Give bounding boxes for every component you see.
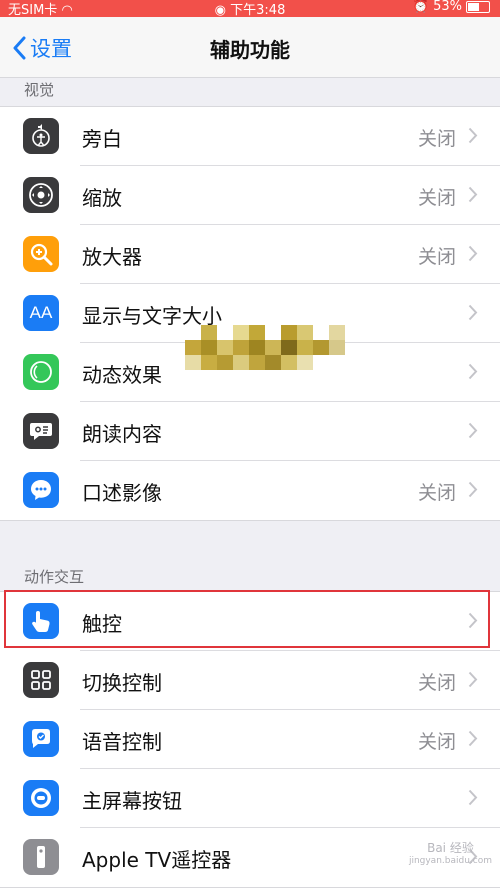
item-label: 切换控制 [82,671,162,695]
item-value: 关闭 [417,482,456,504]
list-item-audio-description[interactable]: 口述影像 关闭 [0,461,500,520]
chevron-right-icon [468,671,478,688]
chevron-right-icon [468,363,478,380]
motion-icon [23,354,59,390]
item-label: Apple TV遥控器 [82,848,232,872]
list-item-magnifier[interactable]: 放大器 关闭 [0,225,500,284]
watermark: Bai 经验 jingyan.baidu.com [409,842,492,868]
section-header-interaction: 动作交互 [24,568,85,586]
section-header-vision: 视觉 [24,81,55,99]
highlight-box [4,590,490,648]
status-bar: 无SIM卡 ◠ ◉ 下午3:48 ⏰ 53% [0,0,500,18]
list-item-spoken-content[interactable]: 朗读内容 [0,402,500,461]
list-item-voiceover[interactable]: 旁白 关闭 [0,107,500,166]
watermark-logo: Bai 经验 [427,841,474,855]
vision-group: 旁白 关闭 缩放 关闭 放大器 关闭 AA 显示与文字大小 动态效果 朗读内容 … [0,106,500,521]
switch-control-icon [23,662,59,698]
chevron-right-icon [468,186,478,203]
chevron-right-icon [468,789,478,806]
list-item-switch-control[interactable]: 切换控制 关闭 [0,651,500,710]
chevron-right-icon [468,304,478,321]
item-value: 关闭 [417,187,456,209]
zoom-icon [23,177,59,213]
watermark-url: jingyan.baidu.com [408,856,492,866]
alarm-icon: ⏰ [412,0,430,14]
battery-percent: 53% [433,0,462,14]
item-label: 朗读内容 [82,422,162,446]
chevron-right-icon [468,481,478,498]
battery-icon [466,0,490,13]
item-label: 旁白 [82,127,122,151]
item-label: 主屏幕按钮 [82,789,182,813]
item-value: 关闭 [417,128,456,150]
item-value: 关闭 [417,246,456,268]
text-size-icon: AA [23,295,59,331]
item-label: 放大器 [82,245,142,269]
magnifier-icon [23,236,59,272]
chevron-right-icon [468,730,478,747]
voice-control-icon [23,721,59,757]
battery-status: ⏰ 53% [413,0,490,14]
list-item-home-button[interactable]: 主屏幕按钮 [0,769,500,828]
chevron-right-icon [468,127,478,144]
item-label: 口述影像 [82,481,162,505]
chevron-right-icon [468,422,478,439]
speech-icon [23,413,59,449]
home-button-icon [23,780,59,816]
chevron-right-icon [468,245,478,262]
location-icon: ◉ [214,3,226,18]
voiceover-icon [23,118,59,154]
redaction-mosaic [185,325,345,370]
item-value: 关闭 [417,672,456,694]
item-label: 缩放 [82,186,122,210]
list-item-voice-control[interactable]: 语音控制 关闭 [0,710,500,769]
item-label: 语音控制 [82,730,162,754]
page-title: 辅助功能 [210,38,290,62]
item-value: 关闭 [417,731,456,753]
list-item-zoom[interactable]: 缩放 关闭 [0,166,500,225]
item-label: 动态效果 [82,363,162,387]
audio-description-icon [23,472,59,508]
navigation-bar: 设置 辅助功能 [0,17,500,78]
